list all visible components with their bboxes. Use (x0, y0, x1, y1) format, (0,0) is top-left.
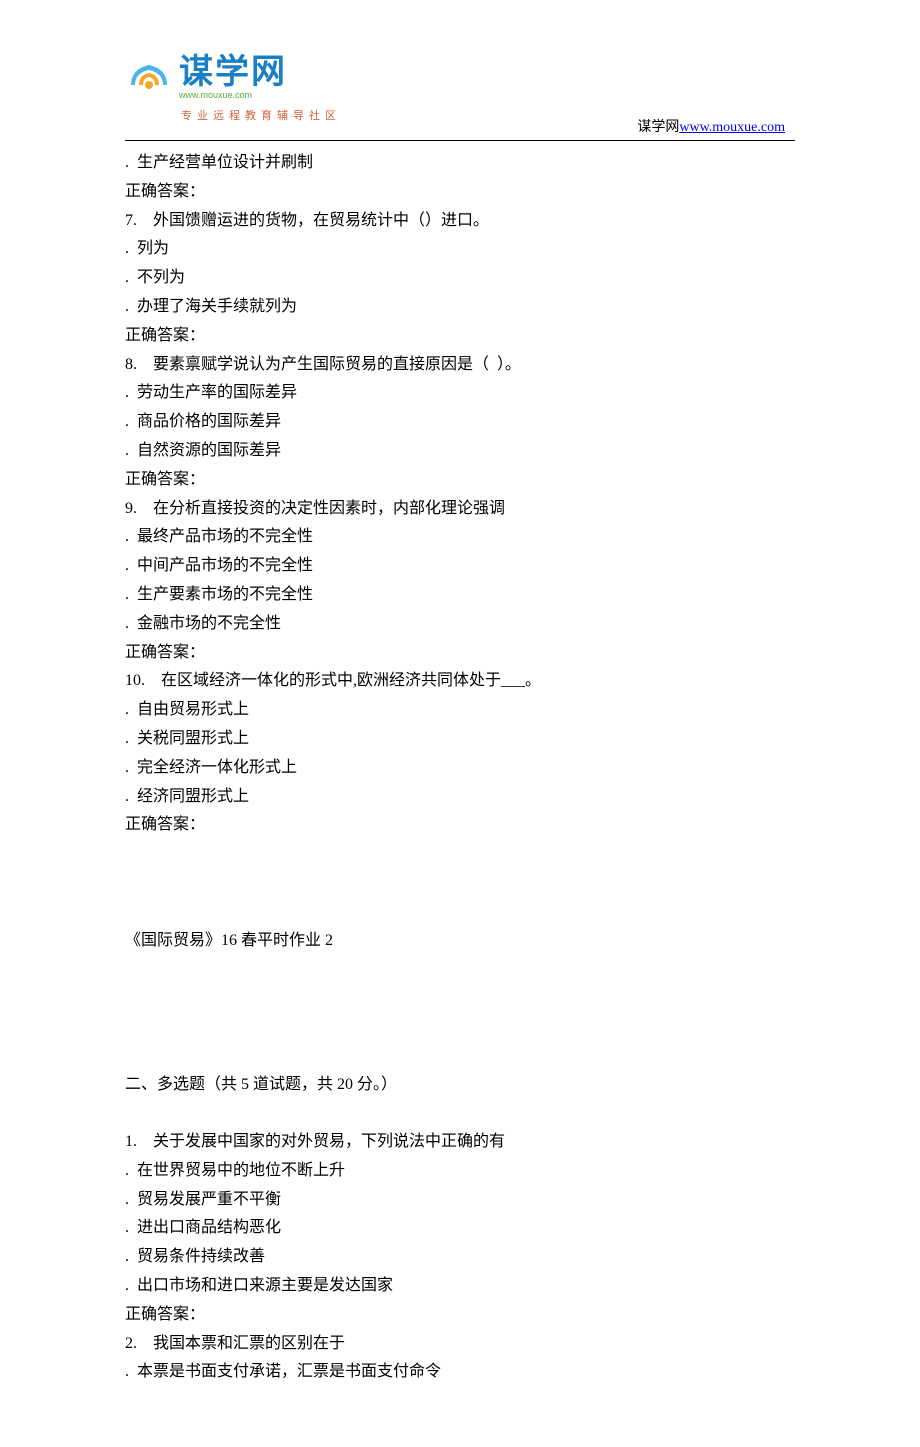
logo-subtext: www.mouxue.com (179, 87, 341, 103)
site-link[interactable]: www.mouxue.com (679, 120, 785, 135)
text-line: . 不列为 (125, 264, 795, 293)
text-line: 正确答案： (125, 811, 795, 840)
text-line: 8. 要素禀赋学说认为产生国际贸易的直接原因是（ ）。 (125, 351, 795, 380)
text-line: 9. 在分析直接投资的决定性因素时，内部化理论强调 (125, 495, 795, 524)
text-line (125, 1013, 795, 1042)
text-line: . 关税同盟形式上 (125, 725, 795, 754)
text-line: 正确答案： (125, 466, 795, 495)
header-link-block: 谋学网www.mouxue.com (637, 115, 785, 140)
text-line: . 中间产品市场的不完全性 (125, 552, 795, 581)
text-line: . 生产经营单位设计并刷制 (125, 149, 795, 178)
text-line: . 办理了海关手续就列为 (125, 293, 795, 322)
text-line: 7. 外国馈赠运进的货物，在贸易统计中（）进口。 (125, 207, 795, 236)
text-line: 2. 我国本票和汇票的区别在于 (125, 1330, 795, 1359)
text-line (125, 898, 795, 927)
logo-tagline: 专业远程教育辅导社区 (181, 107, 341, 127)
text-line: 正确答案： (125, 178, 795, 207)
text-line: 《国际贸易》16 春平时作业 2 (125, 927, 795, 956)
text-line: 1. 关于发展中国家的对外贸易，下列说法中正确的有 (125, 1128, 795, 1157)
text-line: . 列为 (125, 235, 795, 264)
text-line: 10. 在区域经济一体化的形式中,欧洲经济共同体处于___。 (125, 667, 795, 696)
text-line: . 经济同盟形式上 (125, 783, 795, 812)
text-line: . 金融市场的不完全性 (125, 610, 795, 639)
text-line (125, 955, 795, 984)
text-line: . 商品价格的国际差异 (125, 408, 795, 437)
text-line: 二、多选题（共 5 道试题，共 20 分。） (125, 1071, 795, 1100)
logo-main: 谋学网 (179, 55, 341, 89)
page-header: 谋学网 www.mouxue.com 专业远程教育辅导社区 谋学网www.mou… (0, 0, 920, 140)
text-line: . 贸易条件持续改善 (125, 1243, 795, 1272)
site-label: 谋学网 (637, 120, 679, 135)
text-line: 正确答案： (125, 1301, 795, 1330)
text-line (125, 1099, 795, 1128)
text-line: . 贸易发展严重不平衡 (125, 1186, 795, 1215)
text-line (125, 984, 795, 1013)
text-line (125, 840, 795, 869)
text-line (125, 1042, 795, 1071)
text-line: . 完全经济一体化形式上 (125, 754, 795, 783)
text-line: . 劳动生产率的国际差异 (125, 379, 795, 408)
text-line (125, 869, 795, 898)
text-line: . 进出口商品结构恶化 (125, 1214, 795, 1243)
logo-block: 谋学网 www.mouxue.com 专业远程教育辅导社区 (125, 55, 920, 127)
logo-icon (125, 55, 173, 103)
text-line: 正确答案： (125, 322, 795, 351)
text-line: . 自由贸易形式上 (125, 696, 795, 725)
logo-text: 谋学网 www.mouxue.com 专业远程教育辅导社区 (179, 55, 341, 127)
text-line: 正确答案： (125, 639, 795, 668)
text-line: . 生产要素市场的不完全性 (125, 581, 795, 610)
text-line: . 最终产品市场的不完全性 (125, 523, 795, 552)
text-line: . 自然资源的国际差异 (125, 437, 795, 466)
document-content: . 生产经营单位设计并刷制 正确答案： 7. 外国馈赠运进的货物，在贸易统计中（… (0, 149, 920, 1447)
text-line: . 出口市场和进口来源主要是发达国家 (125, 1272, 795, 1301)
text-line: . 本票是书面支付承诺，汇票是书面支付命令 (125, 1358, 795, 1387)
text-line: . 在世界贸易中的地位不断上升 (125, 1157, 795, 1186)
